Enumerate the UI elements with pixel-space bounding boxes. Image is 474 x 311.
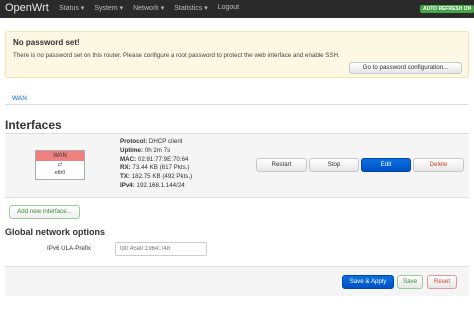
main-menu: Status ▾ System ▾ Network ▾ Statistics ▾… — [59, 4, 249, 12]
badge-device: eth0 — [54, 170, 66, 176]
brand-logo[interactable]: OpenWrt — [5, 2, 49, 14]
uptime-value: 0h 2m 7s — [144, 146, 171, 154]
badge-name: WAN — [36, 151, 84, 161]
menu-system[interactable]: System ▾ — [94, 4, 123, 12]
tab-bar: WAN — [5, 91, 469, 105]
tx-label: TX: — [120, 173, 130, 181]
auto-refresh-badge[interactable]: AUTO REFRESH ON — [420, 5, 474, 13]
restart-button[interactable]: Restart — [256, 158, 307, 172]
alert-title: No password set! — [13, 38, 80, 47]
stop-button[interactable]: Stop — [309, 158, 359, 172]
mac-value: 02:81:77:9E:70:64 — [137, 155, 189, 163]
menu-logout[interactable]: Logout — [218, 4, 239, 12]
save-button[interactable]: Save — [397, 275, 423, 289]
edit-button[interactable]: Edit — [361, 158, 411, 172]
ula-prefix-label: IPv6 ULA-Prefix — [47, 245, 92, 252]
uptime-label: Uptime: — [120, 146, 144, 154]
menu-statistics[interactable]: Statistics ▾ — [174, 4, 207, 12]
ula-prefix-input[interactable] — [115, 242, 207, 256]
tab-wan[interactable]: WAN — [12, 95, 27, 102]
reset-button[interactable]: Reset — [427, 275, 457, 289]
rx-label: RX: — [120, 164, 131, 172]
tx-value: 182.75 KB (492 Pkts.) — [131, 173, 193, 181]
menu-status[interactable]: Status ▾ — [59, 4, 84, 12]
delete-button[interactable]: Delete — [413, 158, 464, 172]
save-apply-button[interactable]: Save & Apply — [342, 275, 394, 289]
ipv4-label: IPv4: — [120, 181, 135, 189]
password-config-button[interactable]: Go to password configuration... — [349, 62, 462, 74]
mac-label: MAC: — [120, 155, 137, 163]
alert-text: There is no password set on this router.… — [13, 52, 340, 59]
rx-value: 73.44 KB (617 Pkts.) — [132, 164, 190, 172]
network-icon: ⇄ — [57, 162, 63, 168]
protocol-value: DHCP client — [148, 138, 183, 145]
ipv4-value: 192.168.1.144/24 — [136, 181, 185, 189]
interfaces-title: Interfaces — [5, 118, 62, 132]
menu-network[interactable]: Network ▾ — [133, 4, 164, 12]
protocol-label: Protocol: — [120, 138, 148, 145]
interface-info: Protocol: DHCP client Uptime: 0h 2m 7s M… — [120, 138, 192, 191]
add-interface-button[interactable]: Add new interface... — [9, 205, 80, 219]
top-navbar: OpenWrt Status ▾ System ▾ Network ▾ Stat… — [0, 0, 474, 18]
interface-badge-wan: WAN ⇄ eth0 — [35, 150, 85, 180]
global-options-title: Global network options — [5, 227, 106, 237]
